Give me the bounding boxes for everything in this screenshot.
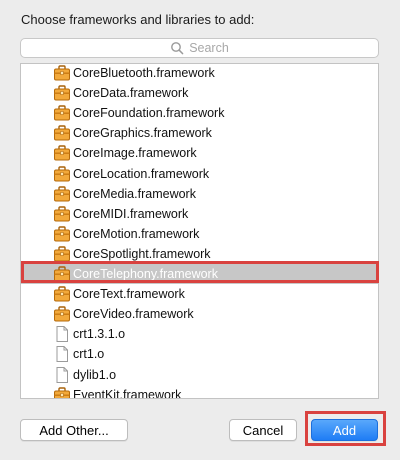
- list-item-label: CoreData.framework: [73, 86, 189, 101]
- list-item[interactable]: crt1.o: [21, 344, 378, 364]
- search-field[interactable]: Search: [20, 38, 379, 58]
- search-icon: [171, 42, 184, 55]
- list-item[interactable]: CoreTelephony.framework: [21, 264, 378, 284]
- toolbox-icon: [53, 265, 71, 283]
- toolbox-icon: [53, 386, 71, 398]
- list-item-label: CoreMedia.framework: [73, 186, 196, 201]
- list-item-label: CoreBluetooth.framework: [73, 66, 215, 80]
- list-item[interactable]: CoreData.framework: [21, 83, 378, 103]
- list-item-label: CoreText.framework: [73, 287, 185, 302]
- toolbox-icon: [53, 205, 71, 223]
- list-item-label: CoreMotion.framework: [73, 226, 200, 241]
- list-item-label: CoreTelephony.framework: [73, 267, 218, 281]
- list-item-label: CoreMIDI.framework: [73, 206, 189, 221]
- list-item[interactable]: CoreVideo.framework: [21, 304, 378, 324]
- list-item[interactable]: CoreMedia.framework: [21, 184, 378, 204]
- toolbox-icon: [53, 245, 71, 263]
- list-item-label: crt1.3.1.o: [73, 327, 126, 342]
- toolbox-icon: [53, 285, 71, 303]
- list-item[interactable]: CoreImage.framework: [21, 143, 378, 163]
- list-item[interactable]: CoreMIDI.framework: [21, 204, 378, 224]
- list-item-label: CoreFoundation.framework: [73, 106, 225, 121]
- list-item[interactable]: CoreText.framework: [21, 284, 378, 304]
- toolbox-icon: [53, 64, 71, 82]
- toolbox-icon: [53, 185, 71, 203]
- search-placeholder: Search: [189, 41, 229, 55]
- add-button[interactable]: Add: [311, 419, 378, 441]
- toolbox-icon: [53, 165, 71, 183]
- toolbox-icon: [53, 144, 71, 162]
- list-item-label: crt1.o: [73, 347, 105, 362]
- list-item[interactable]: crt1.3.1.o: [21, 324, 378, 344]
- list-item[interactable]: CoreSpotlight.framework: [21, 244, 378, 264]
- document-icon: [53, 366, 71, 384]
- framework-list[interactable]: CoreBluetooth.framework CoreData.framewor…: [20, 63, 379, 399]
- list-item[interactable]: CoreBluetooth.framework: [21, 64, 378, 83]
- list-item[interactable]: CoreGraphics.framework: [21, 123, 378, 143]
- toolbox-icon: [53, 225, 71, 243]
- dialog-title: Choose frameworks and libraries to add:: [21, 12, 255, 27]
- toolbox-icon: [53, 104, 71, 122]
- list-item-label: CoreGraphics.framework: [73, 126, 212, 141]
- document-icon: [53, 325, 71, 343]
- toolbox-icon: [53, 305, 71, 323]
- cancel-button[interactable]: Cancel: [229, 419, 297, 441]
- add-other-button[interactable]: Add Other...: [20, 419, 128, 441]
- list-item[interactable]: dylib1.o: [21, 365, 378, 385]
- list-item[interactable]: EventKit.framework: [21, 385, 378, 399]
- list-item-label: EventKit.framework: [73, 387, 182, 399]
- list-item[interactable]: CoreFoundation.framework: [21, 103, 378, 123]
- list-item-label: dylib1.o: [73, 367, 117, 382]
- list-item-label: CoreImage.framework: [73, 146, 197, 161]
- toolbox-icon: [53, 124, 71, 142]
- list-item[interactable]: CoreLocation.framework: [21, 164, 378, 184]
- toolbox-icon: [53, 84, 71, 102]
- list-item[interactable]: CoreMotion.framework: [21, 224, 378, 244]
- list-item-label: CoreLocation.framework: [73, 166, 210, 181]
- list-item-label: CoreSpotlight.framework: [73, 246, 211, 261]
- list-item-label: CoreVideo.framework: [73, 307, 194, 322]
- document-icon: [53, 345, 71, 363]
